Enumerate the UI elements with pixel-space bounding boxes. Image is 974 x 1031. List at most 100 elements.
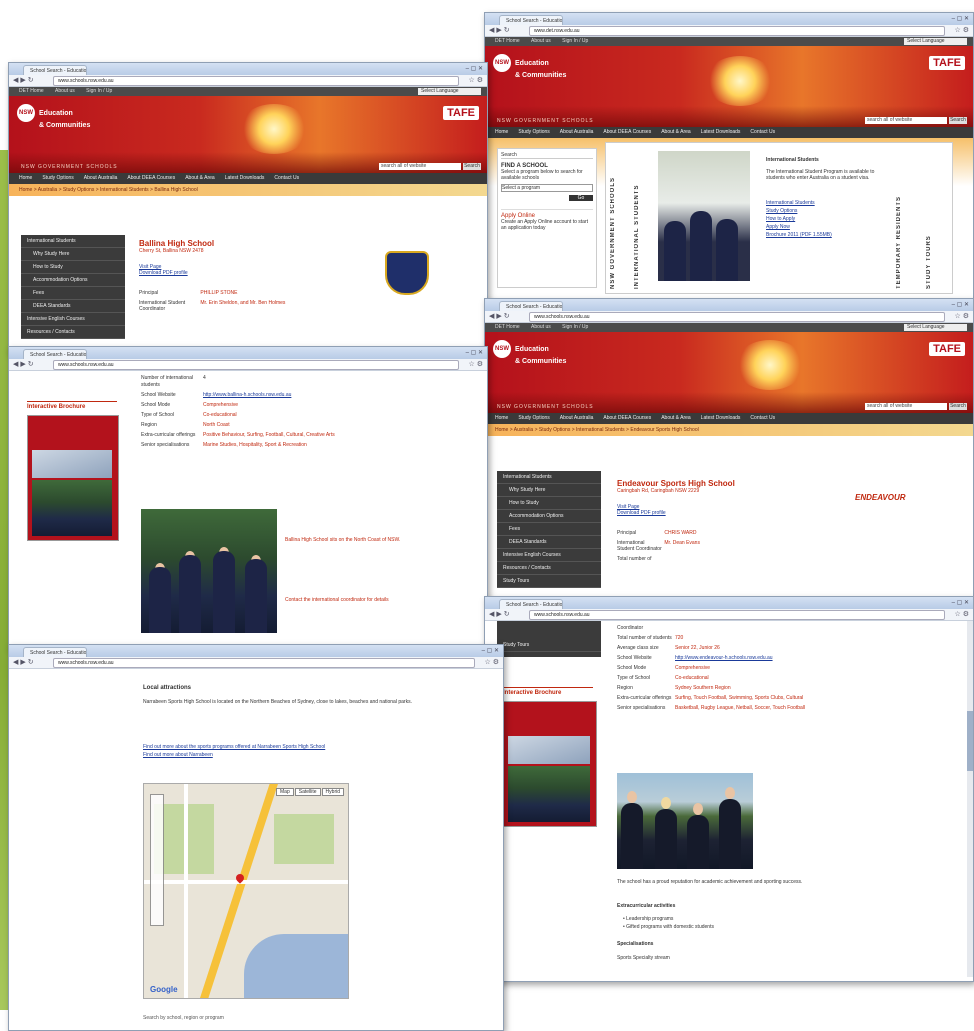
sidebar-item[interactable]: International Students (497, 471, 601, 484)
address-bar[interactable]: www.schools.nsw.edu.au (53, 76, 459, 86)
menu-item[interactable]: Home (495, 415, 508, 421)
menu-item[interactable]: About DEEA Courses (127, 175, 175, 181)
menu-item[interactable]: About & Area (661, 415, 690, 421)
menu-item[interactable]: Study Options (518, 129, 549, 135)
sidebar-item[interactable]: Intensive English Courses (497, 549, 601, 562)
util-link[interactable]: Sign In / Up (562, 324, 588, 330)
intl-link[interactable]: How to Apply (766, 215, 832, 223)
menu-item[interactable]: Contact Us (274, 175, 299, 181)
program-select[interactable]: Select a program (501, 184, 593, 192)
address-bar[interactable]: www.schools.nsw.edu.au (529, 610, 945, 620)
browser-tab[interactable]: School Search - Education... (23, 65, 87, 75)
util-link[interactable]: DET Home (19, 88, 44, 94)
map-type-button[interactable]: Satellite (294, 788, 321, 796)
brochure-thumbnail[interactable] (503, 701, 597, 827)
menu-item[interactable]: Home (19, 175, 32, 181)
sidebar-item[interactable]: Accommodation Options (497, 510, 601, 523)
search-input[interactable]: search all of website (865, 117, 947, 124)
wrench-icon[interactable]: ☆ ⚙ (955, 26, 970, 34)
window-controls[interactable]: – ▢ ✕ (466, 65, 483, 72)
school-website-link[interactable]: http://www.ballina-h.schools.nsw.edu.au (203, 392, 291, 399)
sidebar-item[interactable]: Why Study Here (497, 484, 601, 497)
util-link[interactable]: About us (531, 38, 551, 44)
zoom-control[interactable] (150, 794, 164, 926)
util-link[interactable]: About us (531, 324, 551, 330)
nav-arrows-icon[interactable]: ◀▶↻ (489, 312, 512, 320)
browser-tab[interactable]: School Search - Education... (499, 15, 563, 25)
sidebar-item[interactable]: Resources / Contacts (497, 562, 601, 575)
scrollbar-thumb[interactable] (967, 711, 973, 771)
menu-item[interactable]: About Australia (560, 129, 594, 135)
browser-tab[interactable]: School Search - Education... (499, 301, 563, 311)
nav-arrows-icon[interactable]: ◀▶↻ (13, 658, 36, 666)
intl-link[interactable]: Apply Now (766, 223, 832, 231)
menu-item[interactable]: About DEEA Courses (603, 415, 651, 421)
nav-arrows-icon[interactable]: ◀▶↻ (13, 76, 36, 84)
menu-item[interactable]: Study Options (42, 175, 73, 181)
address-bar[interactable]: www.det.nsw.edu.au (529, 26, 945, 36)
intl-link[interactable]: International Students (766, 199, 832, 207)
sidebar-item[interactable]: How to Study (497, 497, 601, 510)
vtab-international[interactable]: INTERNATIONAL STUDENTS (634, 149, 640, 289)
sidebar-item[interactable]: Study Tours (497, 639, 601, 652)
pdf-profile-link[interactable]: Download PDF profile (617, 510, 947, 516)
menu-item[interactable]: Contact Us (750, 415, 775, 421)
attraction-link[interactable]: Find out more about the sports programs … (143, 743, 325, 751)
nav-arrows-icon[interactable]: ◀▶↻ (13, 360, 36, 368)
wrench-icon[interactable]: ☆ ⚙ (955, 312, 970, 320)
wrench-icon[interactable]: ☆ ⚙ (469, 76, 484, 84)
search-input[interactable]: search all of website (865, 403, 947, 410)
sidebar-item[interactable]: Fees (21, 287, 125, 300)
util-link[interactable]: DET Home (495, 38, 520, 44)
wrench-icon[interactable]: ☆ ⚙ (485, 658, 500, 666)
menu-item[interactable]: About Australia (84, 175, 118, 181)
nav-arrows-icon[interactable]: ◀▶↻ (489, 26, 512, 34)
search-button[interactable]: Search (463, 163, 481, 170)
vtab-nsw-schools[interactable]: NSW GOVERNMENT SCHOOLS (610, 149, 616, 289)
location-map[interactable]: Map Satellite Hybrid Google (143, 783, 349, 999)
vtab-temp-residents[interactable]: TEMPORARY RESIDENTS (896, 149, 902, 289)
browser-tab[interactable]: School Search - Education... (23, 349, 87, 359)
address-bar[interactable]: www.schools.nsw.edu.au (53, 658, 475, 668)
window-controls[interactable]: – ▢ ✕ (952, 15, 969, 22)
nav-arrows-icon[interactable]: ◀▶↻ (489, 610, 512, 618)
menu-item[interactable]: Latest Downloads (701, 415, 741, 421)
sidebar-item[interactable]: DEEA Standards (497, 536, 601, 549)
browser-tab[interactable]: School Search - Education... (23, 647, 87, 657)
map-type-button[interactable]: Map (276, 788, 294, 796)
attraction-link[interactable]: Find out more about Narrabeen (143, 751, 325, 759)
vtab-study-tours[interactable]: STUDY TOURS (926, 149, 932, 289)
search-button[interactable]: Search (949, 117, 967, 124)
menu-item[interactable]: About & Area (185, 175, 214, 181)
sidebar-item[interactable]: DEEA Standards (21, 300, 125, 313)
brochure-thumbnail[interactable] (27, 415, 119, 541)
menu-item[interactable]: About Australia (560, 415, 594, 421)
window-controls[interactable]: – ▢ ✕ (466, 349, 483, 356)
menu-item[interactable]: Latest Downloads (701, 129, 741, 135)
menu-item[interactable]: About & Area (661, 129, 690, 135)
sidebar-item[interactable]: Fees (497, 523, 601, 536)
sidebar-item[interactable]: International Students (21, 235, 125, 248)
wrench-icon[interactable]: ☆ ⚙ (955, 610, 970, 618)
intl-link[interactable]: Brochure 2011 (PDF 1.55MB) (766, 231, 832, 239)
scrollbar[interactable] (967, 621, 973, 977)
sidebar-item[interactable]: Accommodation Options (21, 274, 125, 287)
menu-item[interactable]: Home (495, 129, 508, 135)
select-language[interactable]: Select Language (418, 88, 481, 95)
window-controls[interactable]: – ▢ ✕ (952, 599, 969, 606)
sidebar-item[interactable]: Intensive English Courses (21, 313, 125, 326)
search-tab[interactable]: Search (501, 152, 593, 159)
menu-item[interactable]: Contact Us (750, 129, 775, 135)
go-button[interactable]: Go (569, 195, 593, 201)
window-controls[interactable]: – ▢ ✕ (952, 301, 969, 308)
address-bar[interactable]: www.schools.nsw.edu.au (53, 360, 459, 370)
util-link[interactable]: Sign In / Up (86, 88, 112, 94)
browser-tab[interactable]: School Search - Education... (499, 599, 563, 609)
sidebar-item[interactable]: Resources / Contacts (21, 326, 125, 339)
address-bar[interactable]: www.schools.nsw.edu.au (529, 312, 945, 322)
util-link[interactable]: DET Home (495, 324, 520, 330)
search-input[interactable]: search all of website (379, 163, 461, 170)
menu-item[interactable]: About DEEA Courses (603, 129, 651, 135)
sidebar-item[interactable]: Study Tours (497, 575, 601, 588)
sidebar-item[interactable]: How to Study (21, 261, 125, 274)
